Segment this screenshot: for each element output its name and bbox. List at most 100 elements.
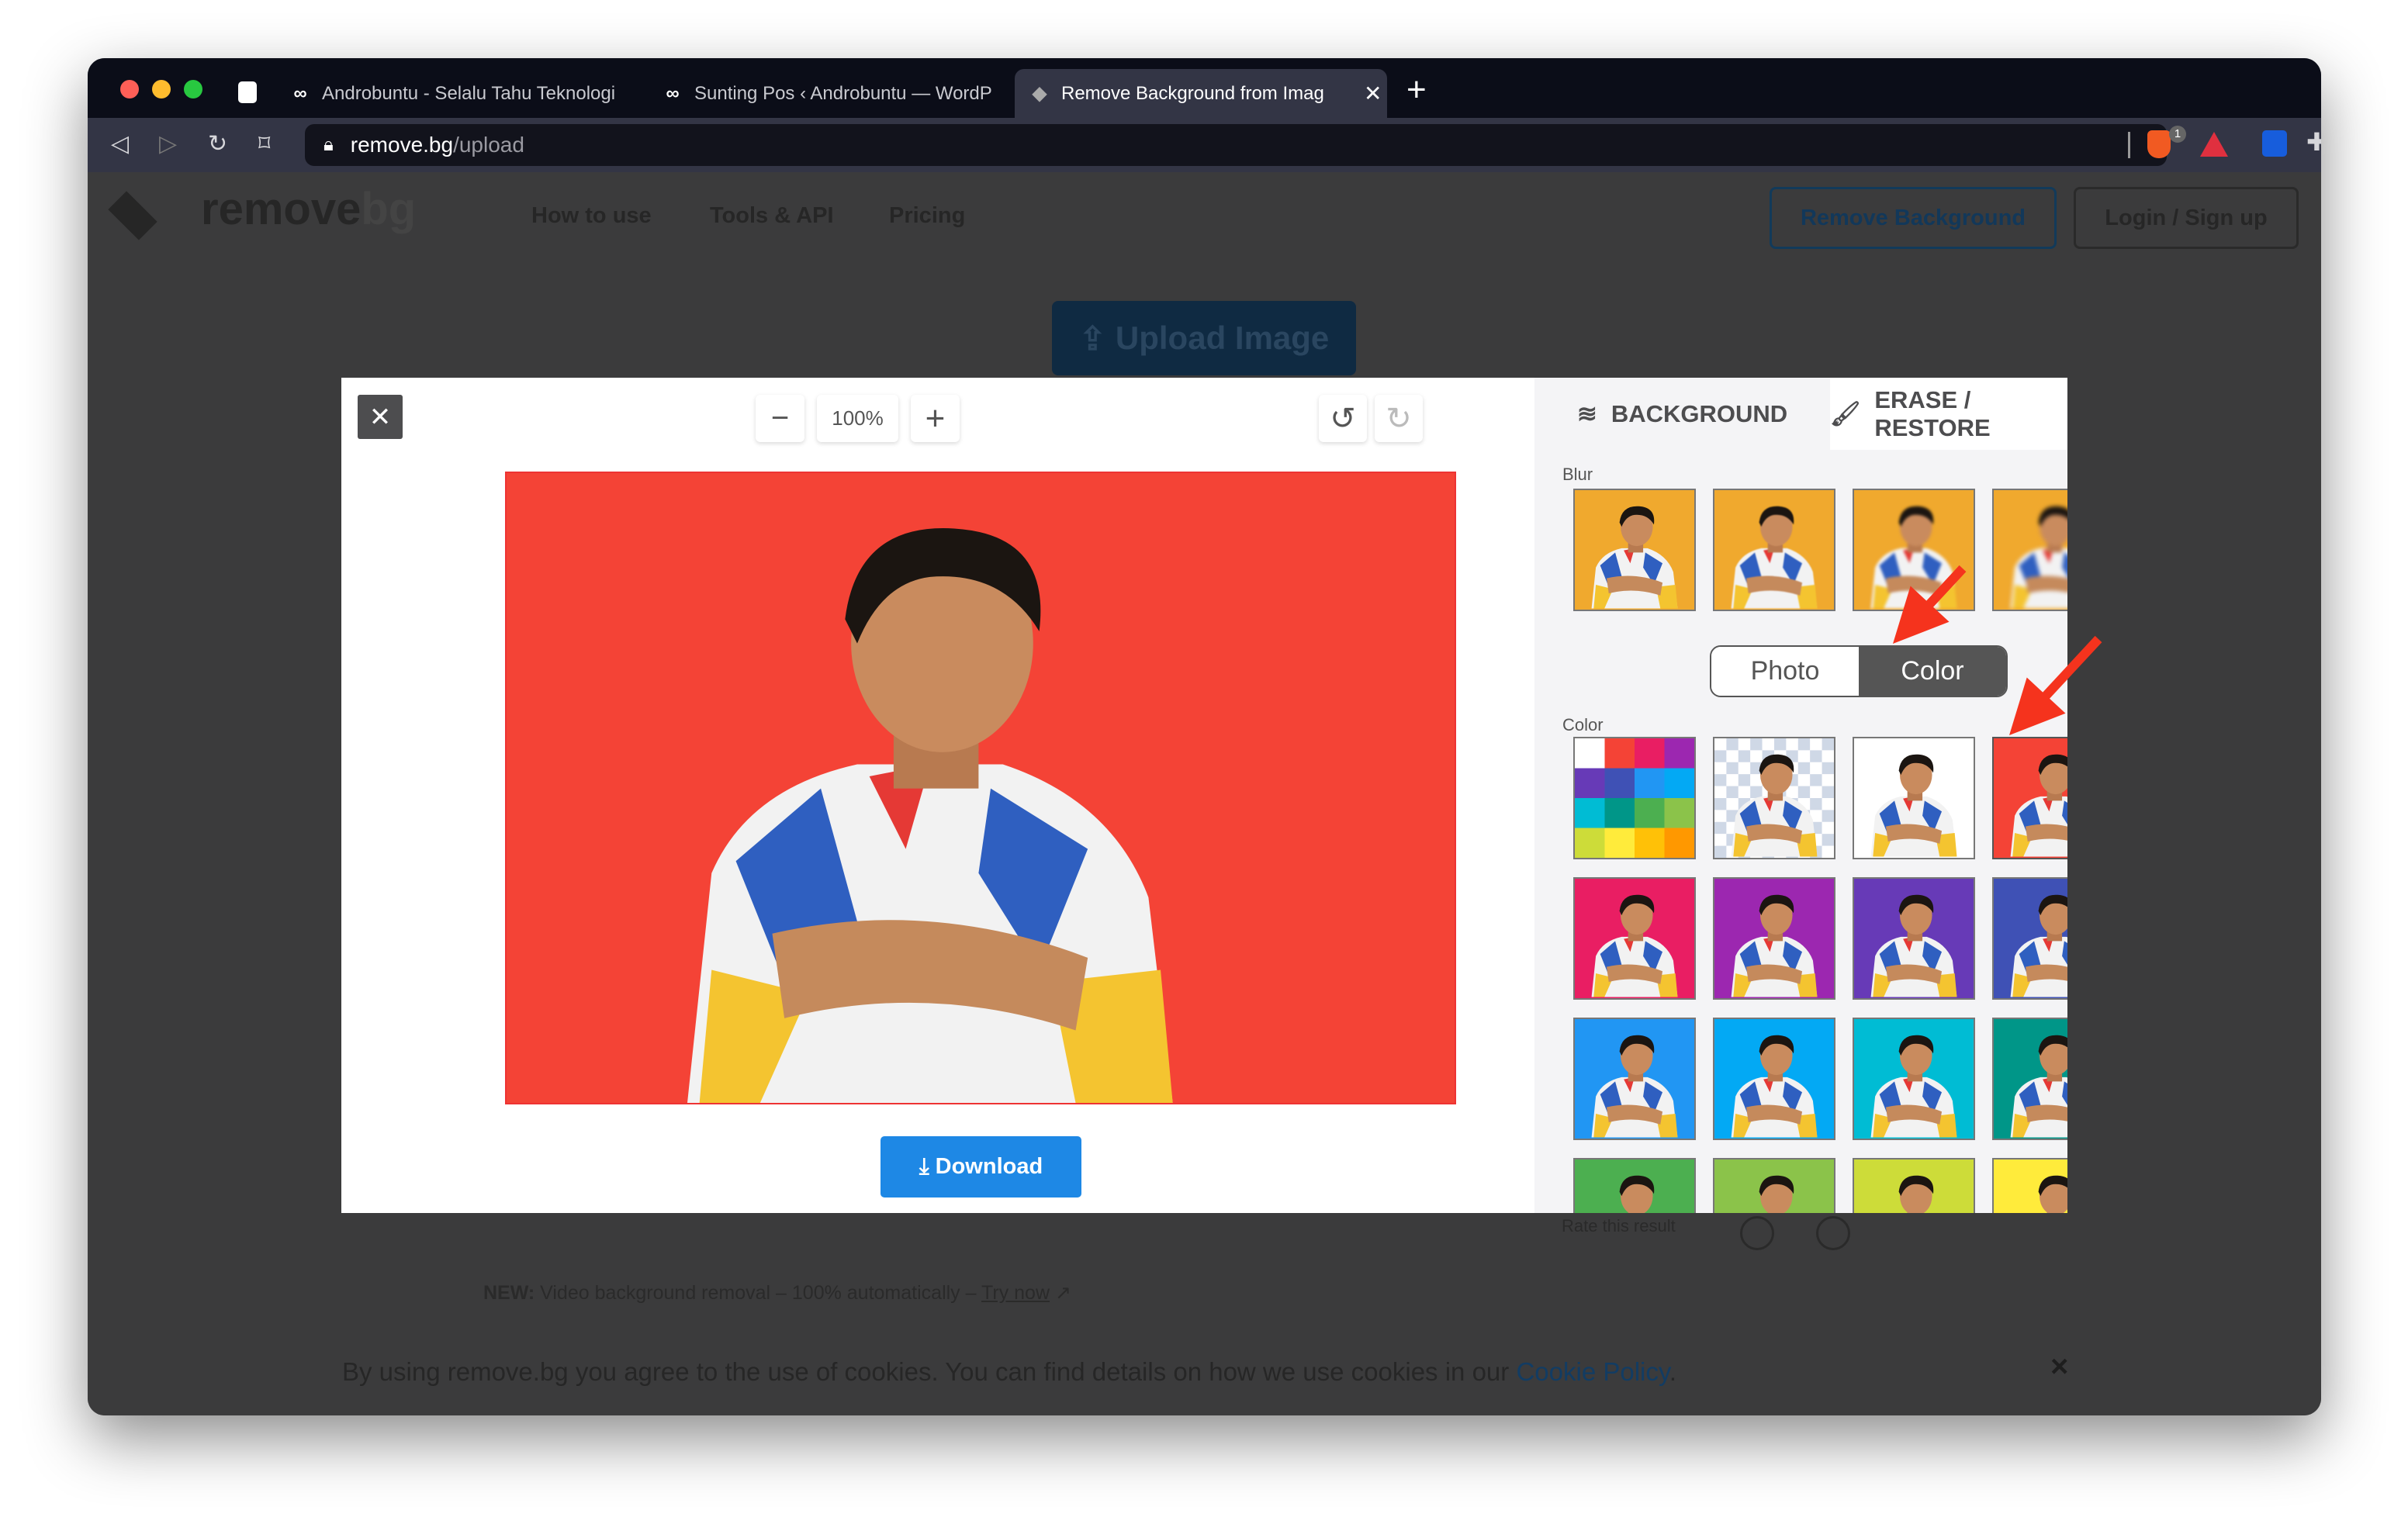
cookie-close-button[interactable]: × bbox=[2050, 1350, 2068, 1384]
tab-bar: ∞ Androbuntu - Selalu Tahu Teknologi ∞ Sun… bbox=[88, 58, 2321, 118]
close-editor-button[interactable]: ✕ bbox=[358, 395, 403, 439]
divider bbox=[2128, 132, 2130, 158]
color-swatch[interactable] bbox=[1573, 1018, 1696, 1140]
editor-modal: ✕ − 100% + ↺ ↻ ⤓ Download ≋ BACKGROUND 🖌︎ E… bbox=[341, 378, 2067, 1213]
cookie-text: By using remove.bg you agree to the use … bbox=[342, 1357, 1517, 1386]
tab-remove-background[interactable]: ◆ Remove Background from Imag ✕ bbox=[1015, 69, 1387, 118]
photo-color-toggle: Photo Color bbox=[1710, 645, 2008, 697]
news-label: NEW: bbox=[483, 1282, 535, 1304]
brush-icon: 🖌︎ bbox=[1830, 400, 1861, 427]
toggle-color[interactable]: Color bbox=[1859, 647, 2006, 696]
color-swatch[interactable] bbox=[1853, 1158, 1975, 1213]
logo-text: remove bbox=[201, 184, 362, 234]
bookmark-icon[interactable]: ⌑ bbox=[258, 130, 270, 157]
login-signup-button[interactable]: Login / Sign up bbox=[2074, 187, 2299, 249]
logo-suffix: bg bbox=[361, 184, 417, 234]
forward-icon[interactable]: ▷ bbox=[159, 130, 177, 157]
cookie-banner: By using remove.bg you agree to the use … bbox=[342, 1357, 1676, 1387]
logo: removebg bbox=[201, 183, 416, 235]
cookie-period: . bbox=[1669, 1357, 1677, 1386]
tab-label: ERASE / RESTORE bbox=[1874, 385, 1991, 441]
zoom-level: 100% bbox=[817, 395, 898, 442]
extensions-icon[interactable]: ✚ bbox=[2306, 127, 2321, 157]
download-button[interactable]: ⤓ Download bbox=[881, 1136, 1081, 1197]
infinity-icon: ∞ bbox=[293, 82, 307, 104]
lock-icon: 🔒︎ bbox=[323, 134, 334, 155]
reload-icon[interactable]: ↻ bbox=[208, 130, 227, 157]
rate-result-text: Rate this result bbox=[1562, 1216, 1676, 1236]
remove-background-button[interactable]: Remove Background bbox=[1770, 187, 2057, 249]
nav-tools-api[interactable]: Tools & API bbox=[710, 203, 834, 229]
url-path: /upload bbox=[453, 133, 524, 157]
removebg-icon: ◆ bbox=[1032, 83, 1047, 104]
new-tab-button[interactable]: + bbox=[1406, 71, 1427, 109]
color-swatch[interactable] bbox=[1992, 737, 2067, 859]
minimize-window-button[interactable] bbox=[152, 80, 171, 98]
undo-icon[interactable]: ↺ bbox=[1319, 395, 1367, 442]
color-swatch[interactable] bbox=[1713, 737, 1835, 859]
tab-label: Androbuntu - Selalu Tahu Teknologi bbox=[322, 82, 616, 104]
nav-how-to-use[interactable]: How to use bbox=[531, 203, 652, 229]
color-label: Color bbox=[1562, 715, 1604, 734]
tab-erase-restore[interactable]: 🖌︎ ERASE / RESTORE bbox=[1830, 378, 2067, 450]
layers-icon: ≋ bbox=[1576, 399, 1597, 427]
removebg-logo-icon bbox=[108, 191, 157, 240]
address-bar[interactable]: 🔒︎ remove.bg/upload bbox=[305, 124, 2167, 166]
color-swatch[interactable] bbox=[1713, 1018, 1835, 1140]
zoom-out-button[interactable]: − bbox=[756, 395, 804, 442]
download-icon: ⤓ bbox=[919, 1154, 929, 1179]
blur-option-4[interactable] bbox=[1992, 489, 2067, 611]
close-tab-icon[interactable]: ✕ bbox=[1364, 81, 1382, 106]
bitwarden-icon[interactable] bbox=[2262, 130, 2287, 157]
close-window-button[interactable] bbox=[120, 80, 139, 98]
tab-background[interactable]: ≋ BACKGROUND bbox=[1534, 378, 1830, 450]
download-label: Download bbox=[935, 1154, 1043, 1179]
browser-window: ∞ Androbuntu - Selalu Tahu Teknologi ∞ Sun… bbox=[88, 58, 2321, 1415]
toggle-photo[interactable]: Photo bbox=[1711, 647, 1859, 696]
color-swatch[interactable] bbox=[1992, 1158, 2067, 1213]
options-panel: ≋ BACKGROUND 🖌︎ ERASE / RESTORE Blur Photo… bbox=[1534, 378, 2067, 1213]
upload-label: Upload Image bbox=[1115, 320, 1330, 356]
news-text: Video background removal – 100% automati… bbox=[535, 1282, 982, 1304]
thumbs-up-icon[interactable] bbox=[1740, 1216, 1774, 1250]
infinity-icon: ∞ bbox=[666, 82, 680, 104]
redo-icon[interactable]: ↻ bbox=[1375, 395, 1423, 442]
url-host: remove.bg bbox=[350, 133, 454, 157]
navigation-bar: ◁ ▷ ↻ ⌑ 🔒︎ remove.bg/upload 1 ✚ ☰ bbox=[88, 118, 2321, 172]
color-swatch[interactable] bbox=[1853, 877, 1975, 1000]
thumbs-down-icon[interactable] bbox=[1816, 1216, 1850, 1250]
color-swatch[interactable] bbox=[1573, 737, 1696, 859]
color-swatch[interactable] bbox=[1713, 877, 1835, 1000]
external-link-icon: ↗ bbox=[1050, 1282, 1071, 1304]
tab-label: Remove Background from Imag bbox=[1061, 82, 1324, 104]
cookie-policy-link[interactable]: Cookie Policy bbox=[1516, 1357, 1669, 1386]
preview-image bbox=[505, 472, 1456, 1104]
brave-rewards-icon[interactable] bbox=[2200, 132, 2228, 157]
blur-option-2[interactable] bbox=[1713, 489, 1835, 611]
back-icon[interactable]: ◁ bbox=[111, 130, 129, 157]
blur-label: Blur bbox=[1562, 465, 1593, 484]
tab-androbuntu[interactable]: ∞ Androbuntu - Selalu Tahu Teknologi bbox=[289, 69, 638, 118]
color-swatch[interactable] bbox=[1573, 877, 1696, 1000]
color-swatch[interactable] bbox=[1853, 1018, 1975, 1140]
blur-option-1[interactable] bbox=[1573, 489, 1696, 611]
color-swatch[interactable] bbox=[1713, 1158, 1835, 1213]
blur-option-3[interactable] bbox=[1853, 489, 1975, 611]
tab-label: BACKGROUND bbox=[1611, 399, 1788, 427]
upload-image-button[interactable]: ⇪ Upload Image bbox=[1052, 301, 1356, 375]
nav-pricing[interactable]: Pricing bbox=[889, 203, 965, 229]
color-swatch[interactable] bbox=[1853, 737, 1975, 859]
tab-sunting-pos[interactable]: ∞ Sunting Pos ‹ Androbuntu — WordP bbox=[662, 69, 1011, 118]
page-content: removebg How to use Tools & API Pricing … bbox=[88, 172, 2321, 1415]
private-window-icon bbox=[238, 81, 257, 103]
maximize-window-button[interactable] bbox=[184, 80, 202, 98]
zoom-in-button[interactable]: + bbox=[911, 395, 960, 442]
try-now-link[interactable]: Try now bbox=[981, 1282, 1050, 1304]
brave-shields-icon[interactable] bbox=[2147, 130, 2171, 158]
color-swatch[interactable] bbox=[1992, 877, 2067, 1000]
shields-count-badge: 1 bbox=[2169, 126, 2186, 143]
news-banner: NEW: Video background removal – 100% aut… bbox=[483, 1281, 1071, 1305]
color-swatch[interactable] bbox=[1992, 1018, 2067, 1140]
upload-icon: ⇪ bbox=[1078, 320, 1106, 357]
color-swatch[interactable] bbox=[1573, 1158, 1696, 1213]
